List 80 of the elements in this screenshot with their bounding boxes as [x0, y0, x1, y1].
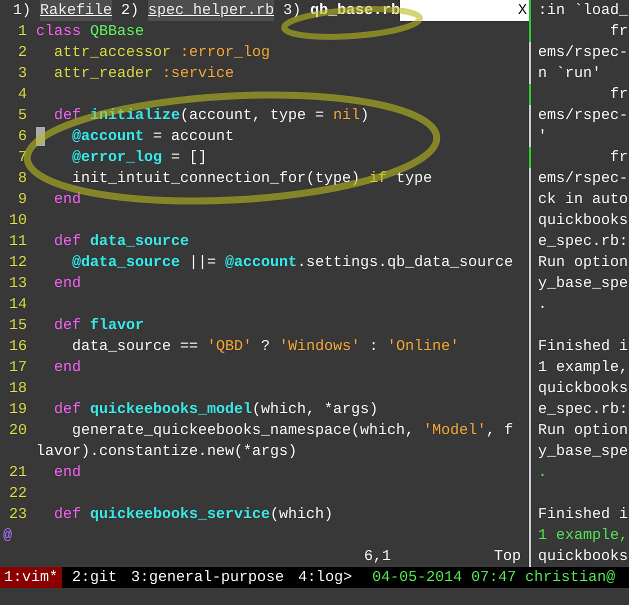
line-number: 23 — [8, 505, 27, 525]
terminal-line: fr — [609, 149, 628, 166]
line-number: 10 — [8, 211, 27, 231]
line-number: 12 — [8, 253, 27, 273]
code-line: def data_source — [53, 232, 190, 252]
code-line: def quickeebooks_service(which) — [53, 505, 334, 525]
buffer-tab[interactable]: spec_helper.rb — [148, 0, 274, 21]
cursor-position: 6,1 — [364, 547, 392, 567]
line-number: 11 — [8, 232, 27, 252]
terminal-line: quickbooks — [538, 380, 628, 397]
code-line: def initialize(account, type = nil) — [53, 106, 370, 126]
code-line: generate_quickeebooks_namespace(which, 'Model', f — [71, 421, 514, 441]
code-line: end — [53, 463, 82, 483]
code-line: @data_source ||= @account.settings.qb_data_source — [71, 253, 514, 273]
line-number: 8 — [16, 169, 27, 189]
code-line: class QBBase — [36, 22, 144, 42]
tab-number: 2) — [121, 1, 140, 21]
terminal-line: quickbooks — [538, 212, 628, 229]
terminal-line: . — [538, 464, 548, 481]
line-number: 13 — [8, 274, 27, 294]
terminal-line: Run option — [538, 422, 628, 439]
terminal-line: quickbooks — [538, 548, 628, 565]
line-number: 3 — [16, 64, 27, 84]
terminal-line: ems/rspec- — [538, 107, 628, 124]
code-line: end — [53, 358, 82, 378]
code-line: @error_log = [] — [71, 148, 208, 168]
line-number: 14 — [8, 295, 27, 315]
code-line: attr_reader :service — [53, 64, 234, 84]
terminal-line: ck in auto — [538, 191, 628, 208]
terminal-line: ems/rspec- — [538, 44, 628, 61]
terminal-line: Run option — [538, 254, 628, 271]
line-number: 5 — [16, 106, 27, 126]
tab-number: 1) — [13, 1, 32, 21]
terminal-line: e_spec.rb: — [538, 233, 628, 250]
terminal-line: e_spec.rb: — [538, 401, 628, 418]
line-number: 17 — [8, 358, 27, 378]
code-line: end — [53, 274, 82, 294]
code-line: @account = account — [71, 127, 234, 147]
tab-number: 3) — [283, 1, 302, 21]
line-number: 4 — [16, 85, 27, 105]
line-number: 9 — [16, 190, 27, 210]
terminal-line: fr — [609, 86, 628, 103]
line-number: 15 — [8, 316, 27, 336]
window-tab[interactable]: 2:git — [68, 567, 122, 588]
terminal-line: 1 example, — [538, 359, 628, 376]
close-button[interactable]: X — [518, 0, 529, 21]
terminal-line: 1 example, — [538, 527, 628, 544]
buffer-tab[interactable]: Rakefile — [40, 0, 112, 21]
line-number: 6 — [16, 127, 27, 147]
terminal-line: . — [538, 296, 548, 313]
status-info: 04-05-2014 07:47 christian@ — [372, 568, 616, 588]
terminal-line: fr — [609, 23, 628, 40]
window-tab[interactable]: 1:vim* — [0, 567, 62, 588]
filler-line-marker: @ — [2, 526, 12, 546]
line-number: 7 — [16, 148, 27, 168]
line-number: 16 — [8, 337, 27, 357]
terminal-line: n `run' — [538, 65, 602, 82]
code-line: lavor).constantize.new(*args) — [36, 442, 298, 462]
code-line: def quickeebooks_model(which, *args) — [53, 400, 378, 420]
line-number: 1 — [16, 22, 27, 42]
scroll-position: Top — [494, 547, 522, 567]
terminal-line: y_base_spe — [538, 443, 628, 460]
code-line: end — [53, 190, 82, 210]
line-number: 2 — [16, 43, 27, 63]
line-number: 21 — [8, 463, 27, 483]
terminal-line: Finished i — [538, 506, 628, 523]
code-line: def flavor — [53, 316, 144, 336]
terminal-line: y_base_spe — [538, 275, 628, 292]
code-line: attr_accessor :error_log — [53, 43, 270, 63]
terminal-line: :in `load_ — [538, 2, 628, 19]
window-tab[interactable]: 3:general-purpose — [127, 567, 288, 588]
line-number: 18 — [8, 379, 27, 399]
code-line: data_source == 'QBD' ? 'Windows' : 'Online' — [71, 337, 460, 357]
line-number: 20 — [8, 421, 27, 441]
terminal-line: ems/rspec- — [538, 170, 628, 187]
line-number: 19 — [8, 400, 27, 420]
terminal-line: Finished i — [538, 338, 628, 355]
line-number: 22 — [8, 484, 27, 504]
window-tab[interactable]: 4:log> — [294, 567, 356, 588]
terminal-line: ' — [538, 128, 548, 145]
